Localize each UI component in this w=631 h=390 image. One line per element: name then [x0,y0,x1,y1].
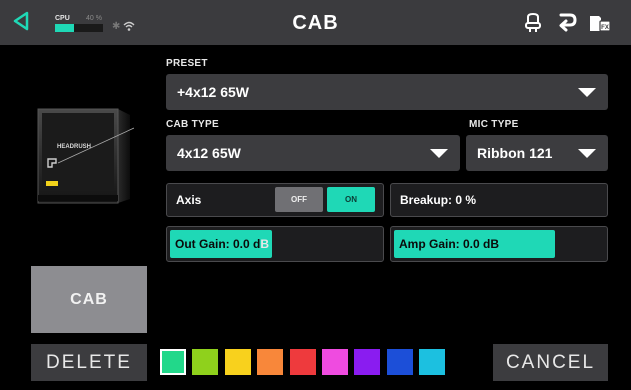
color-swatch[interactable] [322,349,348,375]
breakup-slider[interactable]: Breakup: 0 % [390,183,608,217]
axis-on-button[interactable]: ON [327,187,375,212]
chevron-down-icon [430,149,448,158]
chevron-down-icon [578,149,596,158]
cabinet-image: HEADRUSH [37,108,134,204]
axis-off-button[interactable]: OFF [275,187,323,212]
breakup-value: Breakup: 0 % [400,193,477,207]
fx-icon[interactable]: FX [587,11,611,35]
cab-type-label: CAB TYPE [166,119,219,130]
cab-type-dropdown[interactable]: 4x12 65W [166,135,460,171]
axis-control: Axis OFF ON [166,183,384,217]
out-gain-slider[interactable]: Out Gain: 0.0 dB [166,226,384,262]
preset-value: +4x12 65W [177,84,249,100]
svg-text:FX: FX [601,25,609,31]
mic-type-value: Ribbon 121 [477,145,553,161]
axis-label: Axis [176,193,202,207]
color-swatch[interactable] [290,349,316,375]
amp-gain-value: Amp Gain: 0.0 dB [399,237,500,251]
cab-block-button[interactable]: CAB [31,266,147,333]
out-gain-value: Out Gain: 0.0 dB [175,237,270,251]
cab-type-value: 4x12 65W [177,145,241,161]
top-bar: CPU 40 % ✱ CAB FX [0,0,631,45]
color-swatch[interactable] [257,349,283,375]
color-swatch[interactable] [160,349,186,375]
mic-type-label: MIC TYPE [469,119,519,130]
redo-icon[interactable] [555,11,579,35]
color-swatch[interactable] [387,349,413,375]
color-swatch[interactable] [192,349,218,375]
mic-type-dropdown[interactable]: Ribbon 121 [466,135,608,171]
color-swatch[interactable] [354,349,380,375]
chevron-down-icon [578,88,596,97]
cancel-button[interactable]: CANCEL [493,344,608,381]
preset-label: PRESET [166,58,208,69]
preset-dropdown[interactable]: +4x12 65W [166,74,608,110]
svg-text:HEADRUSH: HEADRUSH [57,144,91,150]
tuner-icon[interactable] [521,11,545,35]
delete-button[interactable]: DELETE [31,344,147,381]
amp-gain-slider[interactable]: Amp Gain: 0.0 dB [390,226,608,262]
color-swatch[interactable] [225,349,251,375]
color-swatch[interactable] [419,349,445,375]
